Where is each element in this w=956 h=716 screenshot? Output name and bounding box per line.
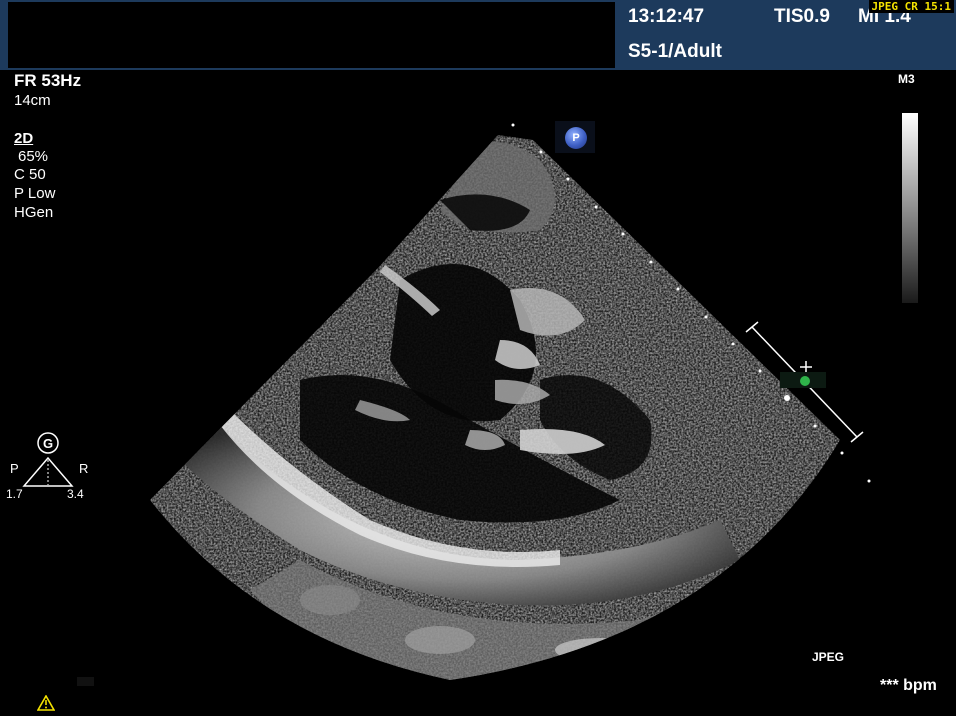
status-indicator [77,677,94,686]
probe-orientation-marker: P [555,121,595,153]
ultrasound-screen: 13:12:47 TIS0.9 MI 1.4 S5-1/Adult JPEG C… [0,0,956,716]
frequency: HGen [14,204,54,221]
g-circle-icon: G [37,432,59,454]
probe-preset: S5-1/Adult [628,41,722,62]
warning-icon [37,695,55,711]
compression-label: JPEG CR 15:1 [868,0,954,13]
echo-image [150,123,871,680]
clock-time: 13:12:47 [628,6,705,27]
triangle-icon [22,456,74,487]
orientation-right-label: R [79,461,89,476]
thermal-index: TIS0.9 [774,6,830,27]
gain: 65% [18,148,49,165]
orientation-graphic: G [22,432,74,487]
frame-rate: FR 53Hz [14,71,82,90]
heart-rate: *** bpm [880,677,937,694]
format-label: JPEG [812,650,845,664]
gray-map-label: M3 [898,72,915,86]
compress: C 50 [14,166,46,183]
orientation-widget: G P R 1.7 3.4 [6,430,102,506]
focus-point-marker [800,376,810,386]
depth: 14cm [14,92,51,109]
orientation-left-value: 1.7 [6,487,23,501]
orientation-right-value: 3.4 [67,487,84,501]
patient-info-redacted [8,2,615,68]
header-bar: 13:12:47 TIS0.9 MI 1.4 S5-1/Adult JPEG C… [0,0,956,70]
svg-text:G: G [43,436,53,451]
imaging-mode: 2D [14,130,34,147]
power: P Low [14,185,56,202]
orientation-left-label: P [10,461,19,476]
grayscale-bar [902,113,918,303]
probe-marker-icon: P [565,127,587,149]
